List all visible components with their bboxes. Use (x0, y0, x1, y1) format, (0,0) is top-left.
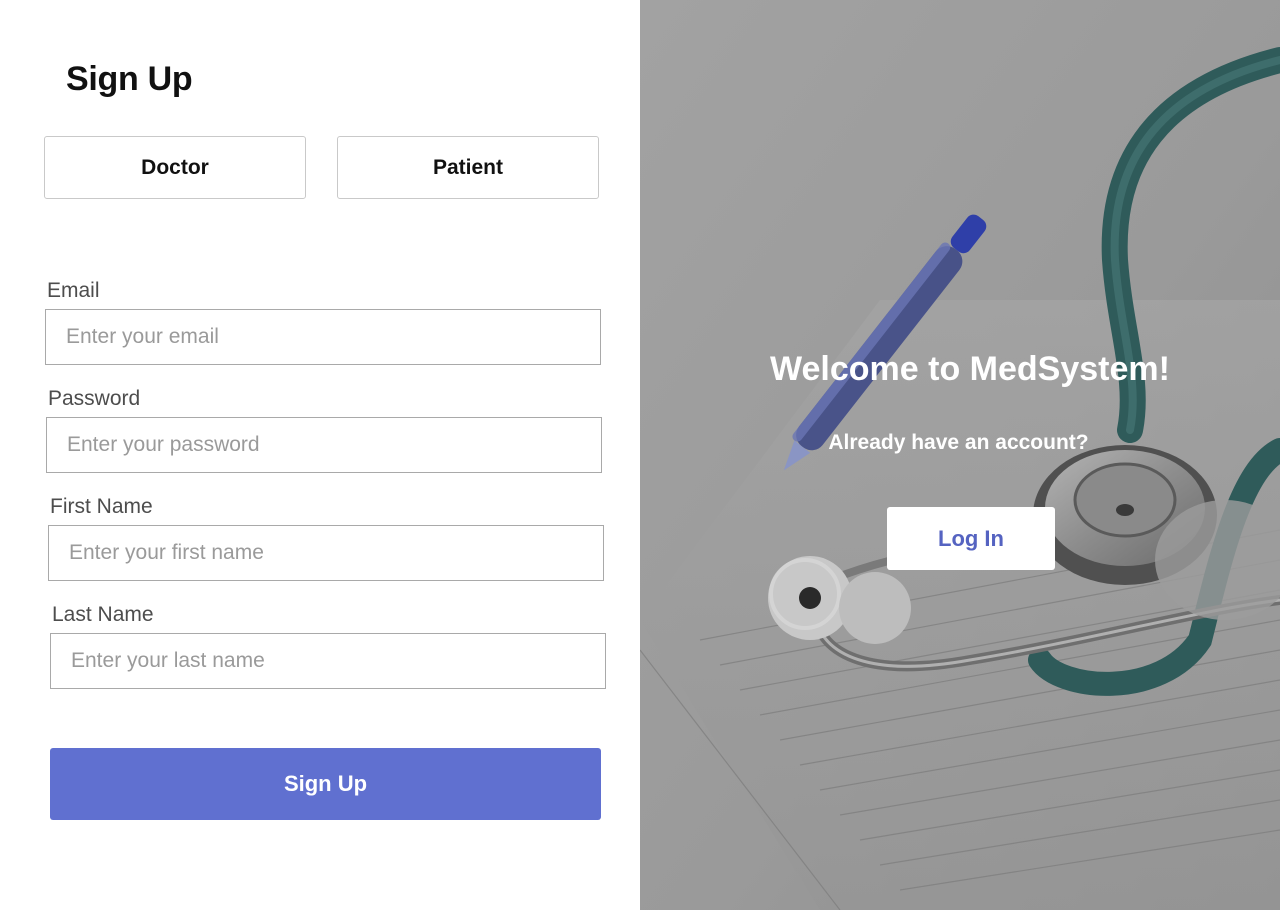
signup-form-panel: Sign Up Doctor Patient Email Password Fi… (0, 0, 640, 910)
page-title: Sign Up (66, 60, 193, 98)
already-have-account-text: Already have an account? (828, 431, 1089, 454)
patient-role-button[interactable]: Patient (337, 136, 599, 199)
first-name-label: First Name (50, 495, 153, 518)
log-in-button[interactable]: Log In (887, 507, 1055, 570)
sign-up-button[interactable]: Sign Up (50, 748, 601, 820)
doctor-role-button[interactable]: Doctor (44, 136, 306, 199)
last-name-label: Last Name (52, 603, 154, 626)
email-field[interactable] (45, 309, 601, 365)
signup-page: Sign Up Doctor Patient Email Password Fi… (0, 0, 1280, 910)
first-name-field[interactable] (48, 525, 604, 581)
last-name-field[interactable] (50, 633, 606, 689)
password-field[interactable] (46, 417, 602, 473)
email-label: Email (47, 279, 100, 302)
password-label: Password (48, 387, 141, 410)
welcome-panel: Welcome to MedSystem! Already have an ac… (640, 0, 1280, 910)
welcome-heading: Welcome to MedSystem! (770, 350, 1170, 388)
stethoscope-background-image (640, 0, 1280, 910)
